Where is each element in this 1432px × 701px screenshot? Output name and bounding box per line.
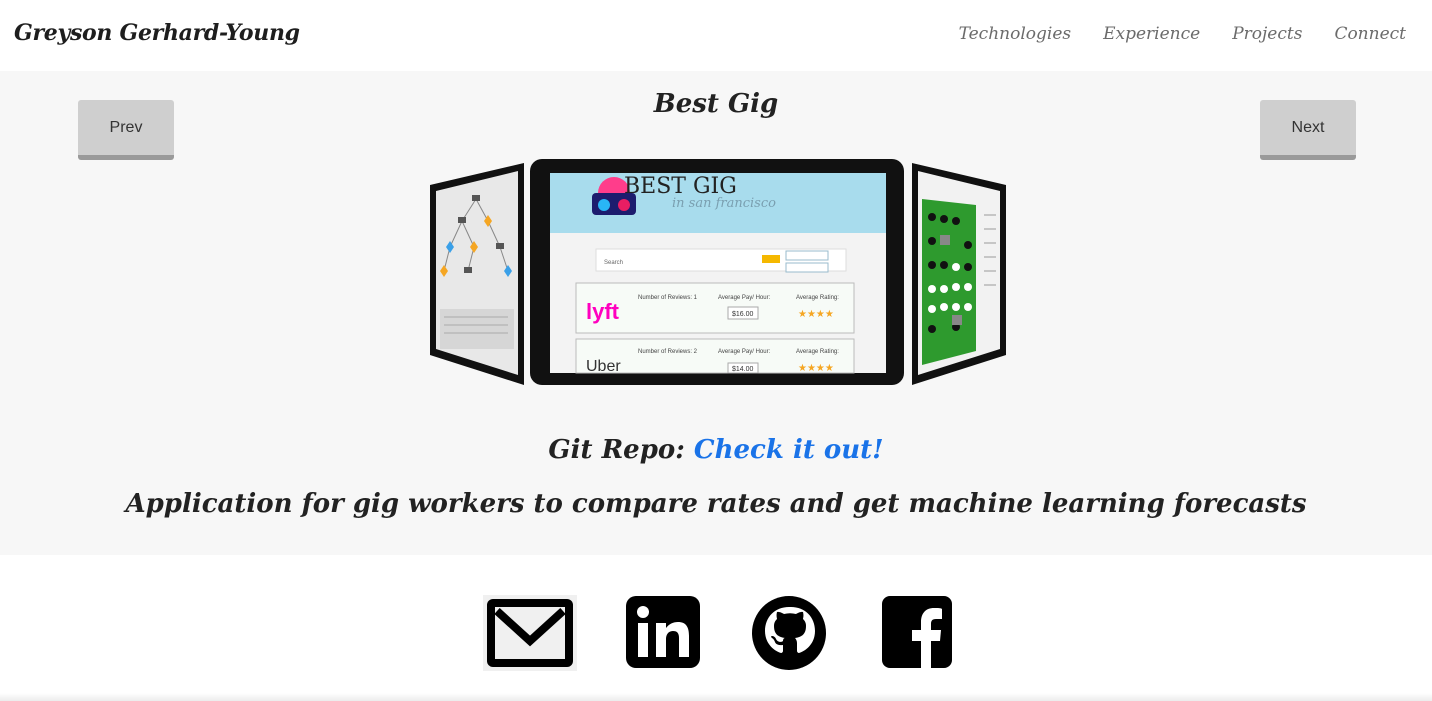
nav-connect[interactable]: Connect — [1334, 24, 1406, 44]
email-icon[interactable] — [483, 595, 577, 675]
linkedin-icon[interactable] — [625, 595, 701, 673]
row2-pay-value: $14.00 — [732, 366, 754, 373]
next-button[interactable]: Next — [1260, 100, 1356, 160]
nav-technologies[interactable]: Technologies — [959, 24, 1072, 44]
project-section: Best Gig Prev Next BEST GIG in san franc… — [0, 71, 1432, 555]
search-label: Search — [604, 260, 623, 266]
facebook-icon[interactable] — [881, 595, 953, 673]
row2-reviews: Number of Reviews: 2 — [638, 349, 698, 355]
carousel-graphic: BEST GIG in san francisco Search lyft Nu… — [430, 159, 1006, 385]
row1-stars: ★★★★ — [798, 309, 834, 320]
repo-prefix: Git Repo: — [548, 435, 685, 465]
project-carousel[interactable]: BEST GIG in san francisco Search lyft Nu… — [428, 159, 1008, 387]
repo-link[interactable]: Check it out! — [694, 435, 884, 465]
row1-pay-label: Average Pay/ Hour: — [718, 295, 771, 301]
project-title: Best Gig — [653, 89, 779, 119]
navbar: Greyson Gerhard-Young Technologies Exper… — [0, 0, 1432, 71]
nav-links: Technologies Experience Projects Connect — [959, 24, 1406, 44]
uber-logo: Uber — [586, 358, 621, 375]
row2-stars: ★★★★ — [798, 363, 834, 374]
project-description: Application for gig workers to compare r… — [125, 489, 1307, 519]
github-icon[interactable] — [751, 595, 827, 675]
main-project-screen[interactable]: BEST GIG in san francisco Search lyft Nu… — [530, 159, 904, 385]
repo-line: Git Repo: Check it out! — [0, 435, 1432, 465]
footer — [0, 555, 1432, 701]
row2-pay-label: Average Pay/ Hour: — [718, 349, 771, 355]
banner-subtitle: in san francisco — [672, 196, 776, 211]
left-project-screen[interactable] — [430, 163, 524, 385]
row1-reviews: Number of Reviews: 1 — [638, 295, 698, 301]
row1-pay-value: $16.00 — [732, 311, 754, 318]
nav-projects[interactable]: Projects — [1232, 24, 1302, 44]
row1-rating-label: Average Rating: — [796, 295, 839, 301]
prev-button[interactable]: Prev — [78, 100, 174, 160]
row2-rating-label: Average Rating: — [796, 349, 839, 355]
brand-name[interactable]: Greyson Gerhard-Young — [14, 20, 300, 46]
right-project-screen[interactable] — [912, 163, 1006, 385]
footer-shadow — [0, 693, 1432, 701]
lyft-logo: lyft — [586, 299, 620, 324]
nav-experience[interactable]: Experience — [1103, 24, 1200, 44]
